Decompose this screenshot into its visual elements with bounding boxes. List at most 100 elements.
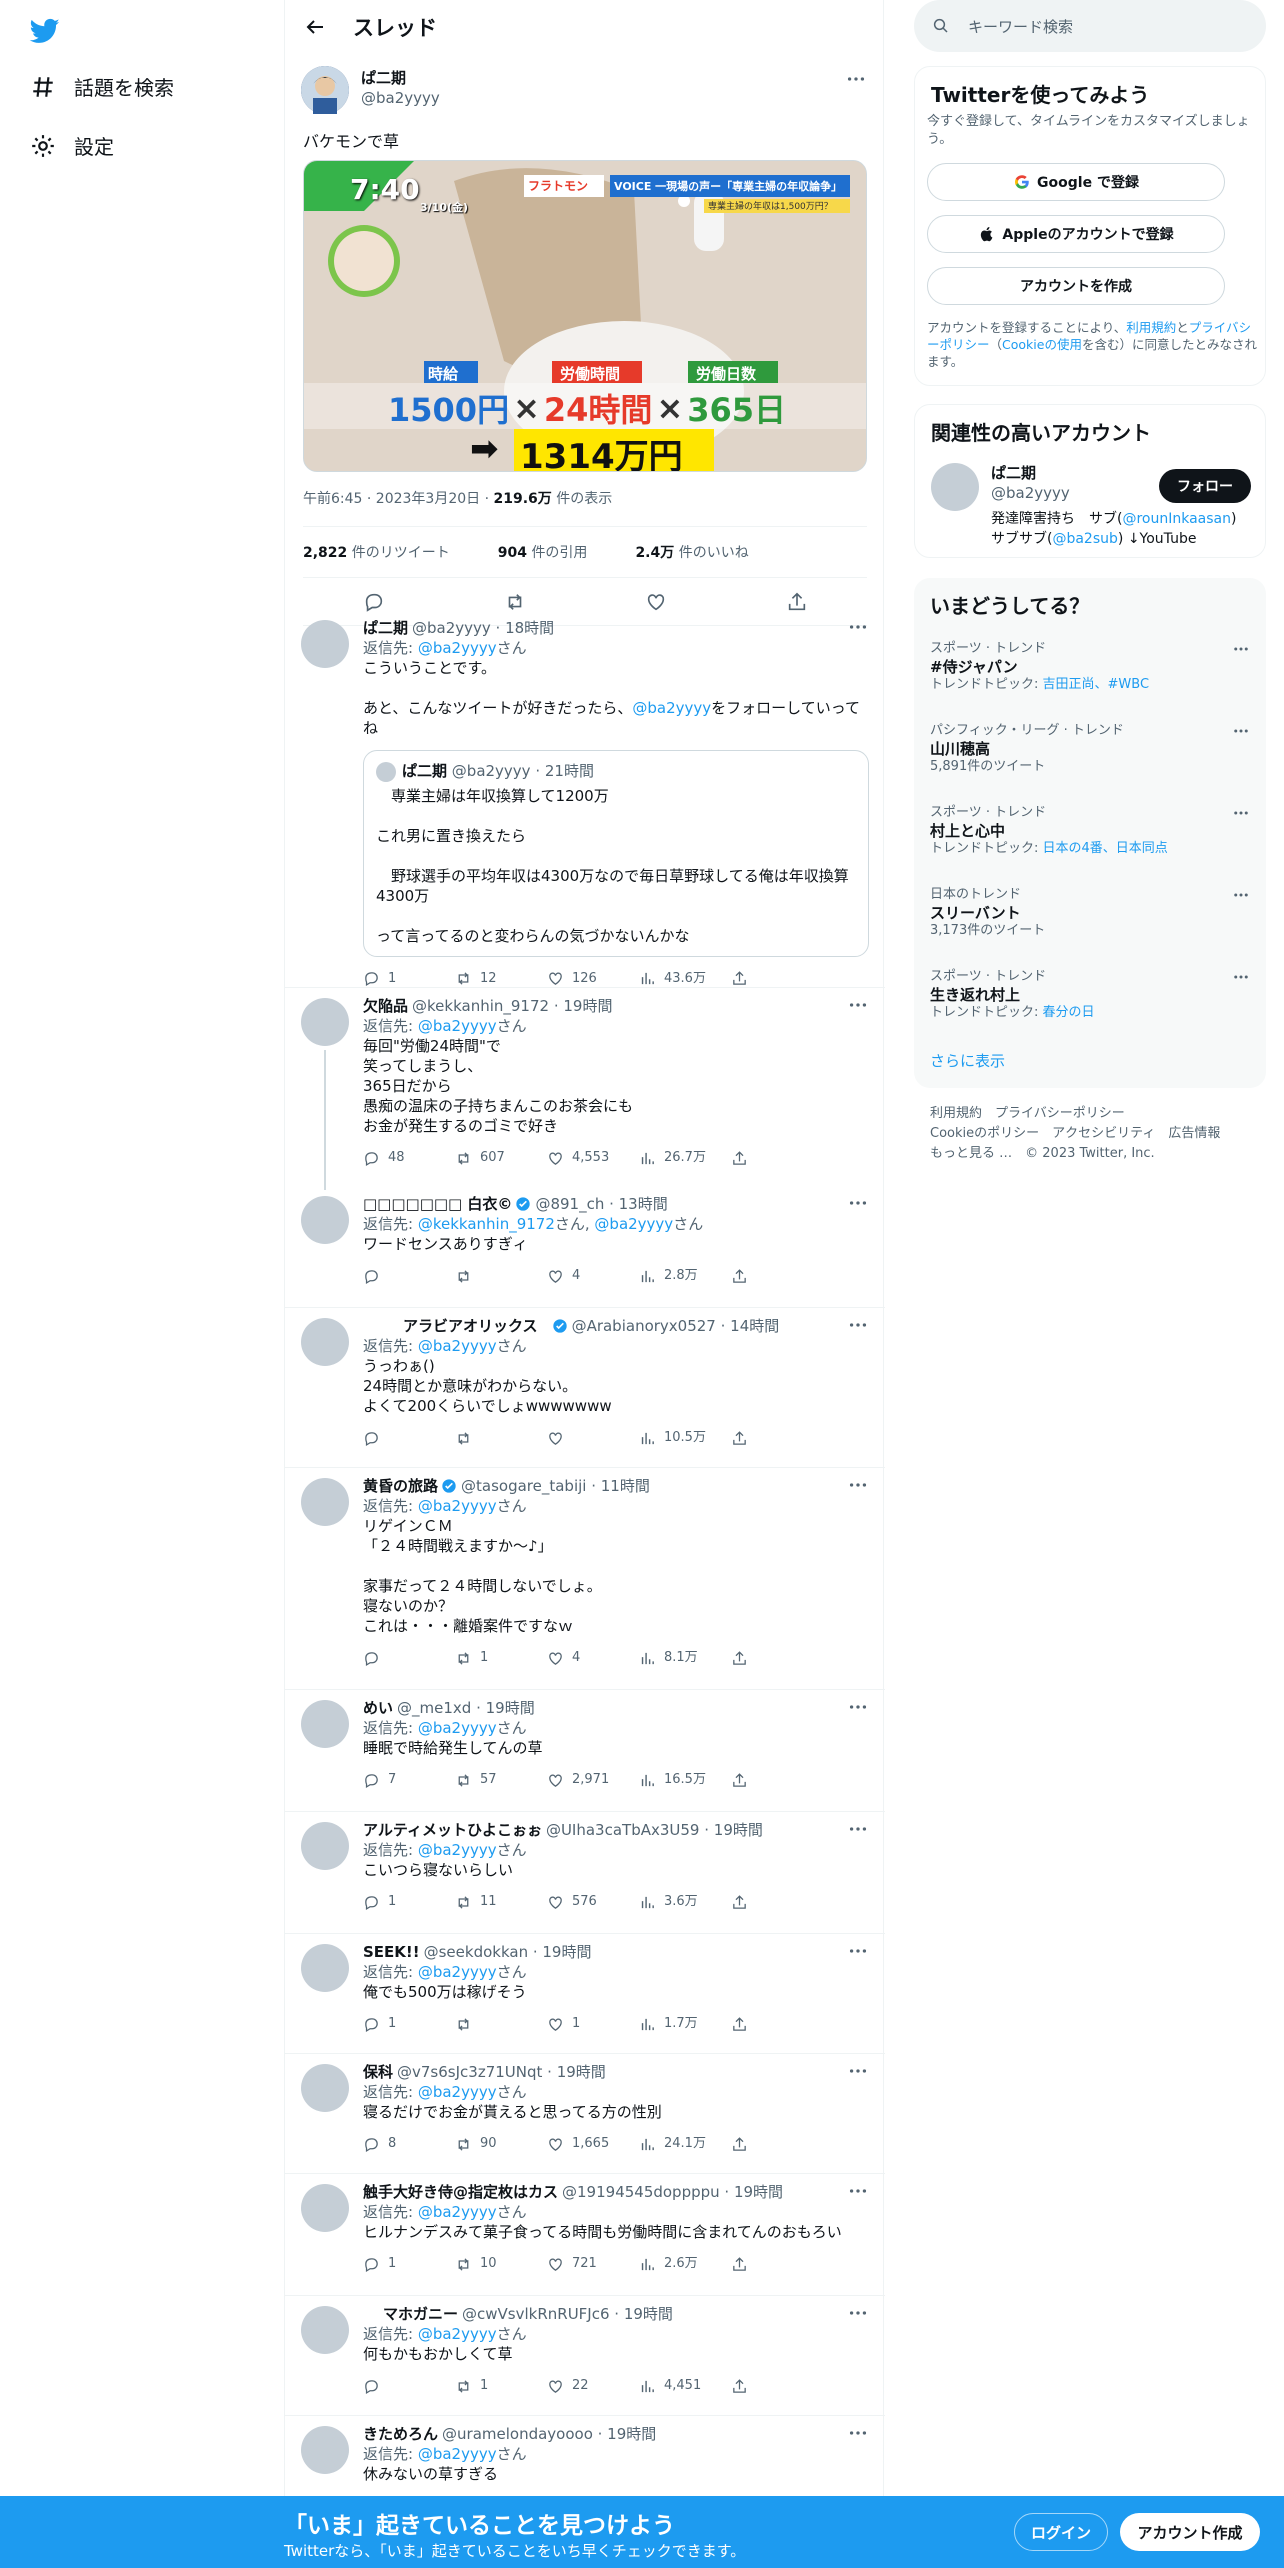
share-button[interactable] — [731, 1894, 823, 1911]
reply-tweet[interactable]: アラビアオリックス @Arabianoryx0527 · 14時間 返信先: @b… — [285, 1308, 885, 1468]
reply-to-link[interactable]: @ba2yyyy — [418, 1963, 497, 1981]
reply-button[interactable]: 7 — [363, 1770, 455, 1790]
reply-to-link[interactable]: @kekkanhin_9172 — [418, 1215, 555, 1233]
likes-stat[interactable]: 2.4万 件のいいね — [635, 542, 772, 562]
author-handle[interactable]: @UIha3caTbAx3U59 · 19時間 — [546, 1820, 763, 1840]
trend-item[interactable]: パシフィック・リーグ · トレンド 山川穂高 5,891件のツイート — [930, 722, 1250, 776]
reply-to-link[interactable]: @ba2yyyy — [418, 639, 497, 657]
terms-link[interactable]: 利用規約 — [1126, 320, 1176, 335]
avatar[interactable] — [301, 1944, 349, 1992]
like-button[interactable]: 22 — [547, 2376, 639, 2396]
author-name[interactable]: 触手大好き侍@指定枚はカス — [363, 2182, 558, 2202]
share-button[interactable] — [731, 2378, 823, 2395]
reply-to-link[interactable]: @ba2yyyy — [418, 1337, 497, 1355]
views-button[interactable]: 2.8万 — [639, 1266, 731, 1286]
follow-button[interactable]: フォロー — [1159, 469, 1251, 503]
retweets-stat[interactable]: 2,822 件のリツイート — [303, 542, 474, 562]
avatar[interactable] — [301, 620, 349, 668]
like-button[interactable]: 1 — [547, 2014, 639, 2034]
related-name[interactable]: ぱ二期 — [991, 463, 1070, 483]
more-options-icon[interactable] — [1232, 886, 1250, 904]
reply-button[interactable]: 1 — [363, 2254, 455, 2274]
retweet-button[interactable]: 607 — [455, 1148, 547, 1168]
twitter-logo-icon[interactable] — [28, 16, 62, 46]
reply-tweet[interactable]: 欠陥品 @kekkanhin_9172 · 19時間 返信先: @ba2yyyyさ… — [285, 988, 885, 1190]
like-button[interactable]: 1,665 — [547, 2134, 639, 2154]
like-button[interactable]: 721 — [547, 2254, 639, 2274]
retweet-button[interactable]: 90 — [455, 2134, 547, 2154]
author-handle[interactable]: @cwVsvlkRnRUFJc6 · 19時間 — [462, 2304, 673, 2324]
reply-to-link[interactable]: @ba2yyyy — [418, 2445, 497, 2463]
like-button[interactable]: 4 — [547, 1266, 639, 1286]
reply-button[interactable]: 1 — [363, 2014, 455, 2034]
quotes-stat[interactable]: 904 件の引用 — [498, 542, 612, 562]
author-handle[interactable]: @seekdokkan · 19時間 — [424, 1942, 592, 1962]
like-button[interactable]: 576 — [547, 1892, 639, 1912]
reply-to-link[interactable]: @ba2yyyy — [418, 2203, 497, 2221]
share-button[interactable] — [731, 2016, 823, 2033]
more-options-icon[interactable] — [1232, 968, 1250, 986]
related-handle[interactable]: @ba2yyyy — [991, 483, 1070, 503]
footer-privacy-link[interactable]: プライバシーポリシー — [995, 1106, 1125, 1121]
views-button[interactable]: 43.6万 — [639, 969, 731, 989]
reply-tweet[interactable]: 保科 @v7s6sJc3z71UNqt · 19時間 返信先: @ba2yyyyさ… — [285, 2054, 885, 2174]
views-button[interactable]: 10.5万 — [639, 1428, 731, 1448]
share-button[interactable] — [731, 1150, 823, 1167]
signup-button[interactable]: アカウント作成 — [1120, 2513, 1260, 2551]
author-name[interactable]: SEEK!! — [363, 1942, 420, 1962]
avatar[interactable] — [301, 1700, 349, 1748]
share-button[interactable] — [731, 970, 823, 987]
reply-to-link[interactable]: @ba2yyyy — [418, 1017, 497, 1035]
reply-to-link[interactable]: @ba2yyyy — [418, 1497, 497, 1515]
trend-item[interactable]: スポーツ · トレンド 村上と心中 トレンドトピック: 日本の4番、日本同点 — [930, 804, 1250, 858]
footer-cookie-link[interactable]: Cookieのポリシー — [930, 1126, 1039, 1141]
author-name[interactable]: 欠陥品 — [363, 996, 408, 1016]
reply-tweet[interactable]: □□□□□□□ 白衣© @891_ch · 13時間 返信先: @kekkanhi… — [285, 1186, 885, 1308]
login-button[interactable]: ログイン — [1014, 2513, 1108, 2551]
reply-tweet[interactable]: 触手大好き侍@指定枚はカス @19194545doppppu · 19時間 返信先… — [285, 2174, 885, 2296]
footer-terms-link[interactable]: 利用規約 — [930, 1106, 982, 1121]
search-box[interactable]: キーワード検索 — [914, 0, 1266, 52]
views-button[interactable]: 2.6万 — [639, 2254, 731, 2274]
views-button[interactable]: 1.7万 — [639, 2014, 731, 2034]
trend-item[interactable]: スポーツ · トレンド #侍ジャパン トレンドトピック: 吉田正尚、#WBC — [930, 640, 1250, 694]
reply-button[interactable] — [363, 2378, 455, 2395]
mention-link[interactable]: @ba2yyyy — [632, 699, 711, 717]
like-button[interactable]: 126 — [547, 969, 639, 989]
trend-item[interactable]: 日本のトレンド スリーバント 3,173件のツイート — [930, 886, 1250, 940]
avatar[interactable] — [301, 2426, 349, 2474]
back-arrow-icon[interactable] — [303, 15, 327, 39]
avatar[interactable] — [301, 1822, 349, 1870]
create-account-button[interactable]: アカウントを作成 — [927, 267, 1225, 305]
avatar[interactable] — [301, 2064, 349, 2112]
footer-more-link[interactable]: もっと見る … — [930, 1146, 1012, 1161]
like-button[interactable]: 4,553 — [547, 1148, 639, 1168]
reply-tweet[interactable]: きためろん @uramelondayoooo · 19時間 返信先: @ba2yy… — [285, 2416, 885, 2496]
reply-button[interactable] — [363, 1268, 455, 1285]
share-button[interactable] — [731, 2256, 823, 2273]
tweet-image[interactable]: 7:40 3/10(金) フラトモン VOICE 一現場の声ー「専業主婦の年収論… — [303, 160, 867, 472]
retweet-button[interactable] — [455, 1430, 547, 1447]
share-button[interactable] — [731, 1772, 823, 1789]
author-handle[interactable]: @Arabianoryx0527 · 14時間 — [572, 1316, 780, 1336]
avatar[interactable] — [301, 66, 349, 114]
author-name[interactable]: □□□□□□□ 白衣© — [363, 1194, 512, 1214]
reply-to-link[interactable]: @ba2yyyy — [418, 1841, 497, 1859]
reply-tweet[interactable]: めい @_me1xd · 19時間 返信先: @ba2yyyyさん 睡眠で時給発生… — [285, 1690, 885, 1812]
author-name[interactable]: アラビアオリックス — [403, 1316, 538, 1336]
author-handle[interactable]: @19194545doppppu · 19時間 — [562, 2182, 783, 2202]
trend-topic-link[interactable]: 日本の4番、日本同点 — [1043, 841, 1168, 856]
author-handle[interactable]: @891_ch · 13時間 — [535, 1194, 667, 1214]
views-button[interactable]: 4,451 — [639, 2376, 731, 2396]
reply-tweet[interactable]: アルティメットひよこぉぉ @UIha3caTbAx3U59 · 19時間 返信先:… — [285, 1812, 885, 1934]
avatar[interactable] — [301, 2184, 349, 2232]
author-handle[interactable]: @ba2yyyy · 18時間 — [412, 618, 554, 638]
bio-link[interactable]: @ba2sub — [1052, 531, 1117, 547]
trend-topic-link[interactable]: 春分の日 — [1043, 1005, 1095, 1020]
author-handle[interactable]: @v7s6sJc3z71UNqt · 19時間 — [397, 2062, 606, 2082]
views-button[interactable]: 8.1万 — [639, 1648, 731, 1668]
share-button[interactable] — [731, 1268, 823, 1285]
apple-signup-button[interactable]: Appleのアカウントで登録 — [927, 215, 1225, 253]
nav-explore[interactable]: 話題を検索 — [30, 72, 174, 101]
reply-button[interactable]: 8 — [363, 2134, 455, 2154]
